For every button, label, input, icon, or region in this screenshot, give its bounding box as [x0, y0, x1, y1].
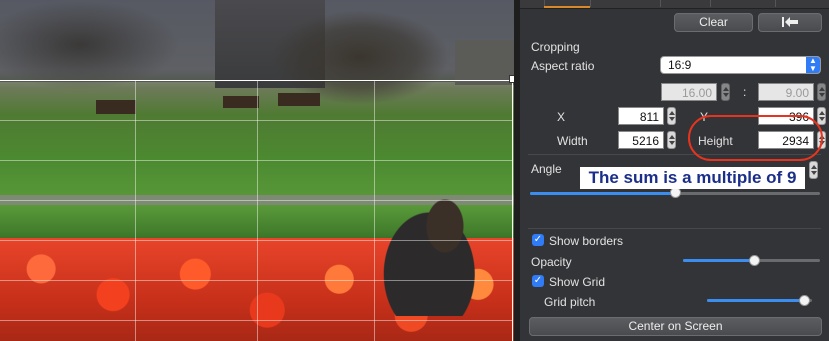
annotation-text: The sum is a multiple of 9 — [580, 167, 805, 189]
clear-button[interactable]: Clear — [674, 13, 753, 32]
grid-pitch-slider-fill — [707, 299, 804, 302]
grid-pitch-slider[interactable] — [707, 299, 812, 302]
undo-arrow-icon — [781, 16, 799, 33]
grid-line — [0, 320, 513, 321]
y-stepper[interactable] — [817, 107, 826, 125]
show-borders-label: Show borders — [549, 234, 624, 248]
building-right — [455, 40, 514, 85]
ratio-width-field: 16.00 — [661, 83, 717, 101]
annotation-highlight-oval — [688, 115, 823, 161]
x-label: X — [557, 110, 566, 124]
tab-settings[interactable] — [775, 0, 776, 7]
grid-line — [0, 240, 513, 241]
ratio-height-stepper — [817, 83, 826, 101]
show-grid-checkbox[interactable]: ✓ — [532, 275, 544, 287]
grid-line — [0, 280, 513, 281]
width-stepper[interactable] — [667, 131, 676, 149]
angle-stepper[interactable] — [809, 161, 818, 179]
separator — [528, 228, 821, 229]
opacity-slider-knob[interactable] — [749, 255, 761, 266]
section-title: Cropping — [531, 40, 580, 54]
x-field[interactable]: 811 — [618, 107, 664, 125]
show-grid-label: Show Grid — [549, 275, 606, 289]
show-borders-checkbox[interactable]: ✓ — [532, 234, 544, 246]
aspect-ratio-value: 16:9 — [668, 58, 692, 72]
tool-tabs — [520, 0, 829, 9]
angle-slider-fill — [530, 192, 675, 195]
grid-line — [0, 160, 513, 161]
tab-color[interactable] — [660, 0, 661, 7]
ratio-height-field: 9.00 — [758, 83, 814, 101]
grid-line — [0, 200, 513, 201]
aspect-ratio-label: Aspect ratio — [531, 59, 595, 73]
active-tab-indicator — [544, 6, 590, 8]
aspect-ratio-select[interactable]: 16:9 ▲ ▼ — [660, 56, 821, 74]
grid-pitch-label: Grid pitch — [544, 295, 596, 309]
width-field[interactable]: 5216 — [618, 131, 664, 149]
ratio-width-stepper — [721, 83, 730, 101]
chevron-updown-icon: ▲ ▼ — [806, 57, 820, 73]
tab-zoom[interactable] — [590, 0, 591, 7]
ratio-separator: : — [743, 85, 747, 99]
grid-pitch-slider-knob[interactable] — [798, 295, 810, 306]
opacity-label: Opacity — [531, 255, 572, 269]
width-label: Width — [557, 134, 588, 148]
opacity-slider-fill — [683, 259, 755, 262]
center-on-screen-button[interactable]: Center on Screen — [529, 317, 822, 336]
undo-button[interactable] — [758, 13, 822, 32]
grid-line — [0, 120, 513, 121]
tab-eye[interactable] — [710, 0, 711, 7]
tree-left — [0, 0, 180, 90]
angle-label: Angle — [531, 162, 562, 176]
x-stepper[interactable] — [667, 107, 676, 125]
